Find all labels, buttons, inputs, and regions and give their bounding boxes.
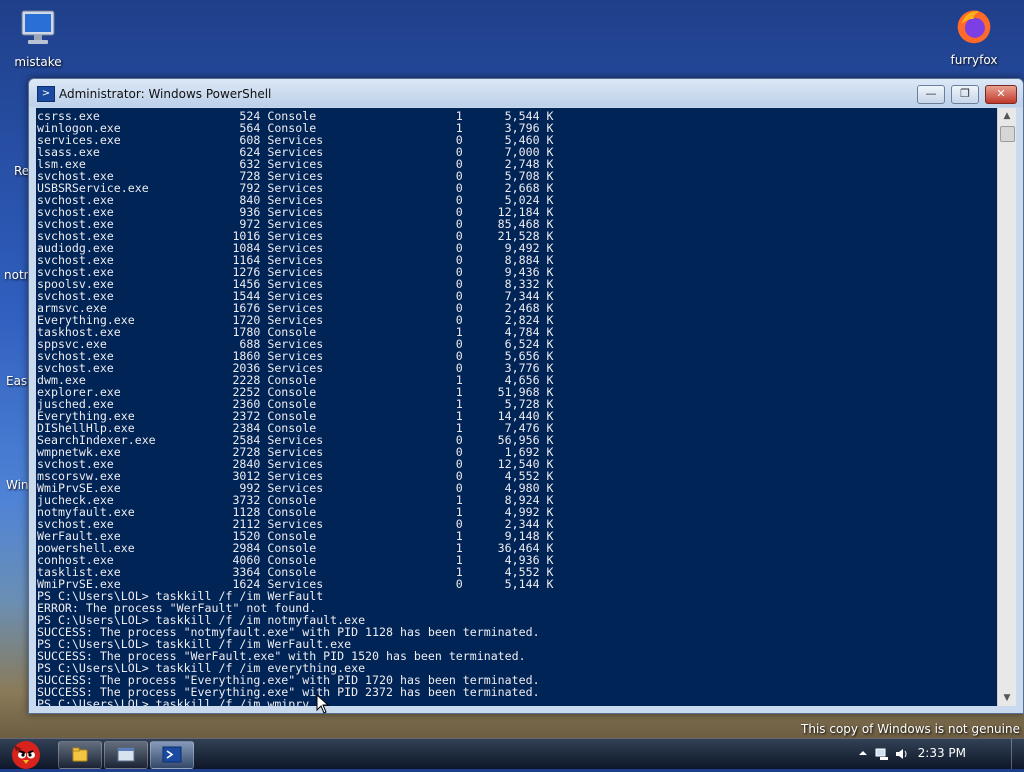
- volume-icon[interactable]: [894, 746, 910, 762]
- explorer-taskbar-button[interactable]: [58, 741, 102, 769]
- show-desktop-button[interactable]: [1011, 739, 1024, 769]
- system-tray: 2:33 PM: [854, 739, 1024, 769]
- show-hidden-icons-icon[interactable]: [858, 748, 868, 758]
- network-icon[interactable]: [874, 746, 890, 762]
- window-taskbar-button[interactable]: [104, 741, 148, 769]
- maximize-button[interactable]: ❐: [951, 85, 979, 104]
- scroll-down-arrow-icon[interactable]: ▼: [998, 690, 1016, 706]
- desktop-icon-furryfox[interactable]: furryfox: [938, 6, 1010, 67]
- firefox-icon: [957, 10, 991, 44]
- folder-icon: [72, 747, 88, 762]
- taskbar: 2:33 PM: [0, 738, 1024, 769]
- powershell-window[interactable]: > Administrator: Windows PowerShell — ❐ …: [28, 78, 1024, 714]
- scrollbar-thumb[interactable]: [1000, 126, 1015, 142]
- desktop-icon-label: furryfox: [950, 53, 998, 67]
- powershell-taskbar-button[interactable]: [150, 741, 194, 769]
- desktop-partial-label: Re: [14, 164, 30, 178]
- desktop-icon-label: mistake: [14, 55, 62, 69]
- desktop-partial-label: Win: [6, 478, 29, 492]
- computer-icon: [21, 10, 55, 44]
- console-line: PS C:\Users\LOL> taskkill /f /im wmiprv: [37, 697, 310, 706]
- windows-genuine-notice: This copy of Windows is not genuine: [801, 722, 1020, 736]
- minimize-button[interactable]: —: [917, 85, 945, 104]
- console-text: csrss.exe 524 Console 1 5,544 K winlogon…: [36, 108, 997, 706]
- powershell-icon: >: [37, 86, 55, 102]
- window-titlebar[interactable]: > Administrator: Windows PowerShell — ❐ …: [29, 79, 1023, 107]
- powershell-icon: [162, 746, 182, 763]
- scroll-up-arrow-icon[interactable]: ▲: [998, 108, 1016, 124]
- close-button[interactable]: ✕: [985, 85, 1017, 104]
- window-icon: [117, 747, 135, 762]
- mouse-cursor-icon: [316, 694, 330, 714]
- vertical-scrollbar[interactable]: ▲ ▼: [997, 108, 1016, 706]
- window-title: Administrator: Windows PowerShell: [59, 87, 272, 101]
- desktop-icon-mistake[interactable]: mistake: [2, 8, 74, 69]
- console-output[interactable]: csrss.exe 524 Console 1 5,544 K winlogon…: [36, 108, 997, 706]
- taskbar-clock[interactable]: 2:33 PM: [918, 746, 966, 760]
- start-button-icon[interactable]: [2, 735, 48, 771]
